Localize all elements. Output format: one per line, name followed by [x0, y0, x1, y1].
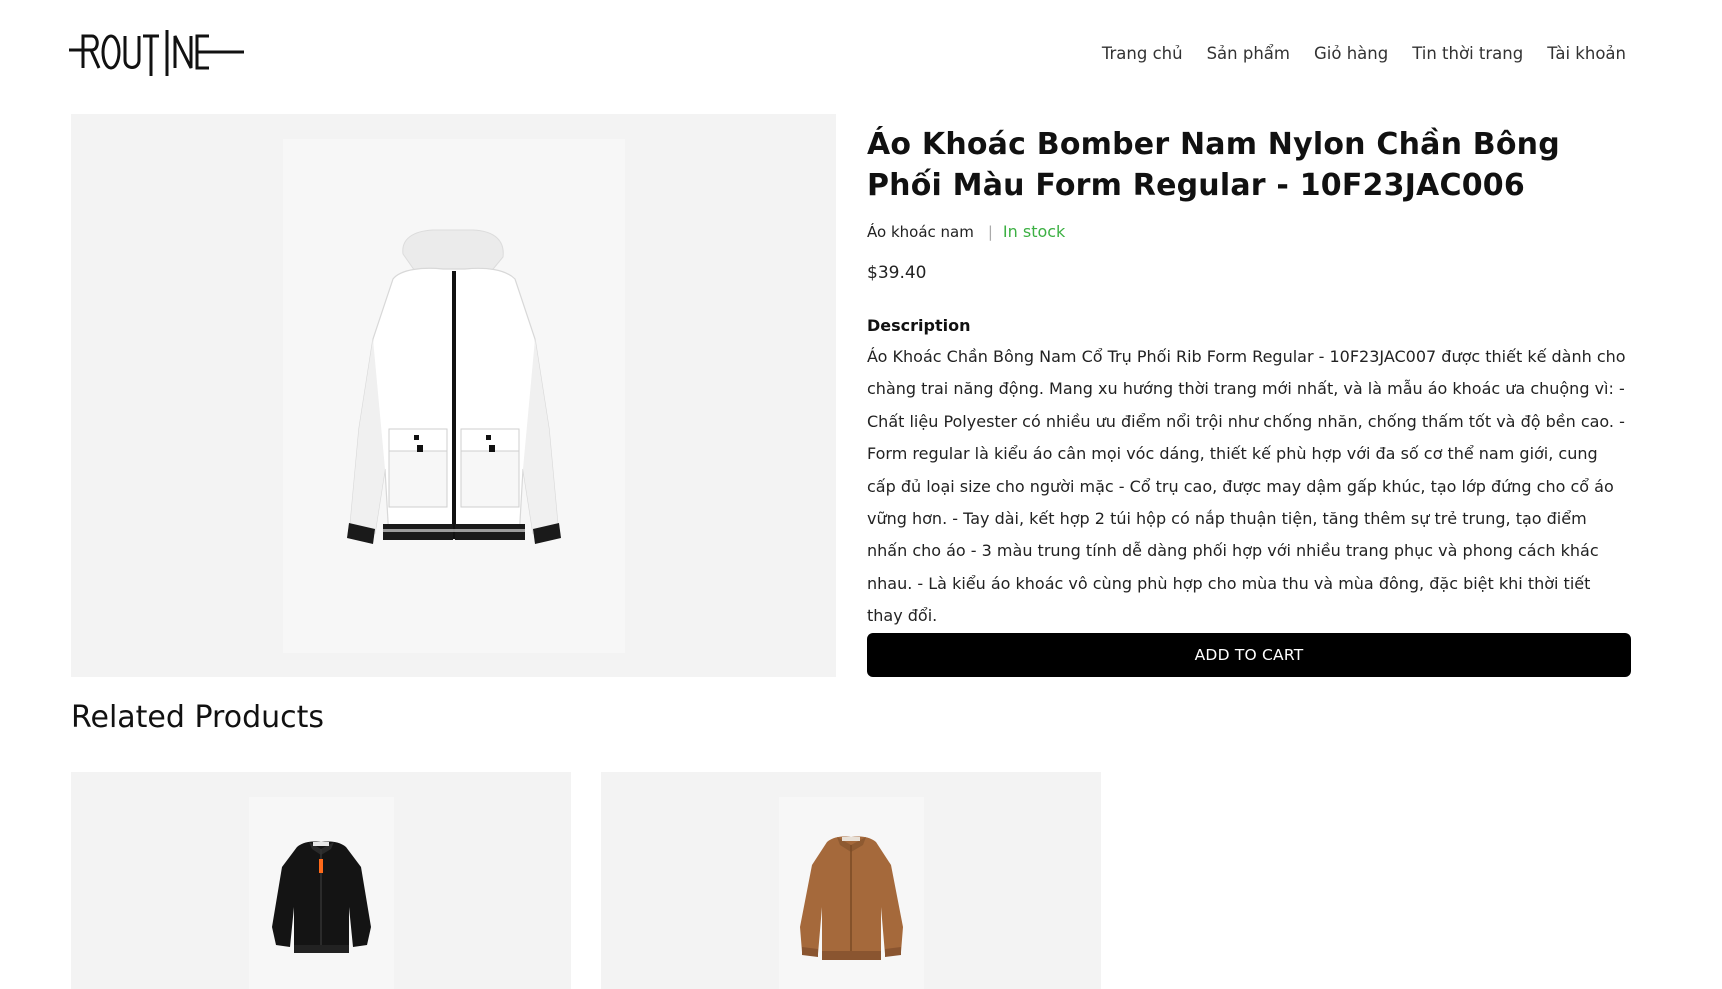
- stock-status: In stock: [1002, 222, 1066, 241]
- description-heading: Description: [867, 316, 971, 335]
- product-description: Áo Khoác Chần Bông Nam Cổ Trụ Phối Rib F…: [867, 347, 1626, 626]
- product-category[interactable]: Áo khoác nam: [867, 223, 974, 241]
- product-image-container: [71, 114, 836, 677]
- black-bomber-jacket-image: [272, 841, 371, 953]
- nav-products[interactable]: Sản phẩm: [1207, 44, 1290, 63]
- related-product-card[interactable]: [71, 772, 571, 989]
- nav-cart[interactable]: Giỏ hàng: [1314, 44, 1388, 63]
- meta-separator: |: [987, 222, 993, 241]
- related-product-card[interactable]: [601, 772, 1101, 989]
- white-hooded-jacket-image: [347, 229, 561, 544]
- add-to-cart-button[interactable]: ADD TO CART: [867, 633, 1631, 677]
- related-product-image-backdrop: [249, 797, 394, 989]
- product-meta: Áo khoác nam | In stock: [867, 222, 1631, 241]
- site-header: Trang chủ Sản phẩm Giỏ hàng Tin thời tra…: [0, 0, 1722, 100]
- product-title: Áo Khoác Bomber Nam Nylon Chần Bông Phối…: [867, 127, 1560, 203]
- nav-home[interactable]: Trang chủ: [1102, 44, 1183, 63]
- related-products-heading: Related Products: [71, 700, 325, 735]
- related-product-image-backdrop: [779, 797, 924, 989]
- routine-logo[interactable]: [69, 28, 244, 82]
- nav-fashion-news[interactable]: Tin thời trang: [1412, 44, 1523, 63]
- product-price: $39.40: [867, 263, 927, 283]
- brown-bomber-jacket-image: [800, 836, 903, 960]
- product-image-backdrop: [283, 139, 625, 653]
- nav-account[interactable]: Tài khoản: [1547, 44, 1626, 63]
- product-details: Áo Khoác Bomber Nam Nylon Chần Bông Phối…: [867, 124, 1631, 633]
- main-nav: Trang chủ Sản phẩm Giỏ hàng Tin thời tra…: [1102, 44, 1626, 63]
